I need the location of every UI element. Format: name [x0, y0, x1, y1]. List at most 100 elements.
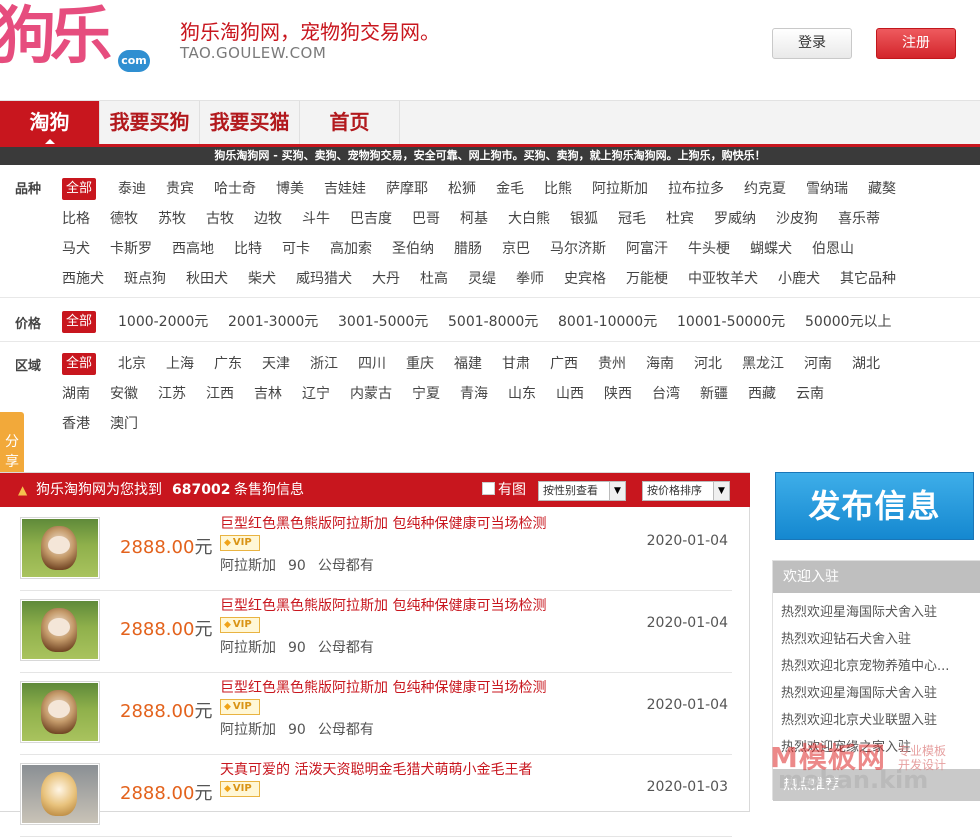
region-option[interactable]: 重庆 [406, 353, 434, 375]
region-option[interactable]: 天津 [262, 353, 290, 375]
breed-option[interactable]: 斗牛 [302, 208, 330, 230]
breed-option[interactable]: 柴犬 [248, 268, 276, 290]
item-title[interactable]: 巨型红色黑色熊版阿拉斯加 包纯种保健康可当场检测 [220, 513, 546, 533]
region-option[interactable]: 全部 [62, 353, 97, 375]
breed-option[interactable]: 小鹿犬 [778, 268, 820, 290]
region-option[interactable]: 四川 [358, 353, 386, 375]
region-option[interactable]: 吉林 [254, 383, 282, 405]
breed-option[interactable]: 马犬 [62, 238, 90, 260]
sort-by-sex-select[interactable]: 按性别查看 ▼ [538, 481, 626, 501]
price-option[interactable]: 5001-8000元 [448, 311, 538, 333]
listing-item[interactable]: 2888.00元 天真可爱的 活泼天资聪明金毛猎犬萌萌小金毛王者 VIP 202… [20, 755, 732, 837]
breed-option[interactable]: 西高地 [172, 238, 214, 260]
breed-option[interactable]: 古牧 [206, 208, 234, 230]
breed-option[interactable]: 腊肠 [454, 238, 482, 260]
breed-option[interactable]: 巴哥 [412, 208, 440, 230]
breed-option[interactable]: 罗威纳 [714, 208, 756, 230]
breed-option[interactable]: 泰迪 [118, 178, 146, 200]
breed-option[interactable]: 沙皮狗 [776, 208, 818, 230]
region-option[interactable]: 贵州 [598, 353, 626, 375]
register-button[interactable]: 注册 [876, 28, 956, 59]
region-option[interactable]: 云南 [796, 383, 824, 405]
price-option[interactable]: 1000-2000元 [118, 311, 208, 333]
region-option[interactable]: 澳门 [110, 413, 138, 435]
breed-option[interactable]: 威玛猎犬 [296, 268, 352, 290]
sort-by-price-select[interactable]: 按价格排序 ▼ [642, 481, 730, 501]
dog-photo[interactable] [20, 599, 100, 661]
region-option[interactable]: 青海 [460, 383, 488, 405]
region-option[interactable]: 江西 [206, 383, 234, 405]
region-option[interactable]: 浙江 [310, 353, 338, 375]
region-option[interactable]: 西藏 [748, 383, 776, 405]
breed-option[interactable]: 苏牧 [158, 208, 186, 230]
item-title[interactable]: 巨型红色黑色熊版阿拉斯加 包纯种保健康可当场检测 [220, 677, 546, 697]
checkbox-icon[interactable] [482, 482, 495, 495]
nav-tab-home[interactable]: 首页 [300, 101, 400, 144]
breed-option[interactable]: 卡斯罗 [110, 238, 152, 260]
breed-option[interactable]: 金毛 [496, 178, 524, 200]
breed-option[interactable]: 阿拉斯加 [592, 178, 648, 200]
listing-item[interactable]: 2888.00元 巨型红色黑色熊版阿拉斯加 包纯种保健康可当场检测 VIP 阿拉… [20, 509, 732, 591]
breed-option[interactable]: 贵宾 [166, 178, 194, 200]
price-option[interactable]: 10001-50000元 [677, 311, 785, 333]
breed-option[interactable]: 约克夏 [744, 178, 786, 200]
publish-info-button[interactable]: 发布信息 [775, 472, 974, 540]
breed-option[interactable]: 雪纳瑞 [806, 178, 848, 200]
welcome-item[interactable]: 热烈欢迎北京宠物养殖中心... [781, 655, 971, 674]
welcome-item[interactable]: 热烈欢迎星海国际犬舍入驻 [781, 682, 971, 701]
breed-option[interactable]: 比格 [62, 208, 90, 230]
region-option[interactable]: 河南 [804, 353, 832, 375]
breed-option[interactable]: 圣伯纳 [392, 238, 434, 260]
region-option[interactable]: 黑龙江 [742, 353, 784, 375]
region-option[interactable]: 山西 [556, 383, 584, 405]
breed-option[interactable]: 全部 [62, 178, 97, 200]
breed-option[interactable]: 萨摩耶 [386, 178, 428, 200]
breed-option[interactable]: 高加索 [330, 238, 372, 260]
price-option[interactable]: 50000元以上 [805, 311, 892, 333]
listing-item[interactable]: 2888.00元 巨型红色黑色熊版阿拉斯加 包纯种保健康可当场检测 VIP 阿拉… [20, 591, 732, 673]
breed-option[interactable]: 可卡 [282, 238, 310, 260]
region-option[interactable]: 福建 [454, 353, 482, 375]
welcome-item[interactable]: 热烈欢迎钻石犬舍入驻 [781, 628, 971, 647]
breed-option[interactable]: 马尔济斯 [550, 238, 606, 260]
welcome-item[interactable]: 热烈欢迎宠缘之家入驻 [781, 736, 971, 755]
breed-option[interactable]: 灵缇 [468, 268, 496, 290]
breed-option[interactable]: 史宾格 [564, 268, 606, 290]
region-option[interactable]: 安徽 [110, 383, 138, 405]
breed-option[interactable]: 松狮 [448, 178, 476, 200]
breed-option[interactable]: 京巴 [502, 238, 530, 260]
region-option[interactable]: 陕西 [604, 383, 632, 405]
breed-option[interactable]: 秋田犬 [186, 268, 228, 290]
breed-option[interactable]: 银狐 [570, 208, 598, 230]
breed-option[interactable]: 中亚牧羊犬 [688, 268, 758, 290]
price-option[interactable]: 3001-5000元 [338, 311, 428, 333]
item-title[interactable]: 巨型红色黑色熊版阿拉斯加 包纯种保健康可当场检测 [220, 595, 546, 615]
breed-option[interactable]: 西施犬 [62, 268, 104, 290]
breed-option[interactable]: 大丹 [372, 268, 400, 290]
breed-option[interactable]: 杜高 [420, 268, 448, 290]
region-option[interactable]: 香港 [62, 413, 90, 435]
breed-option[interactable]: 万能梗 [626, 268, 668, 290]
login-button[interactable]: 登录 [772, 28, 852, 59]
item-title[interactable]: 天真可爱的 活泼天资聪明金毛猎犬萌萌小金毛王者 [220, 759, 532, 779]
breed-option[interactable]: 蝴蝶犬 [750, 238, 792, 260]
region-option[interactable]: 湖南 [62, 383, 90, 405]
breed-option[interactable]: 拳师 [516, 268, 544, 290]
region-option[interactable]: 甘肃 [502, 353, 530, 375]
breed-option[interactable]: 拉布拉多 [668, 178, 724, 200]
breed-option[interactable]: 冠毛 [618, 208, 646, 230]
breed-option[interactable]: 伯恩山 [812, 238, 854, 260]
breed-option[interactable]: 比熊 [544, 178, 572, 200]
breed-option[interactable]: 其它品种 [840, 268, 896, 290]
region-option[interactable]: 江苏 [158, 383, 186, 405]
nav-tab-taogou[interactable]: 淘狗 [0, 101, 100, 145]
price-option[interactable]: 2001-3000元 [228, 311, 318, 333]
breed-option[interactable]: 巴吉度 [350, 208, 392, 230]
breed-option[interactable]: 大白熊 [508, 208, 550, 230]
breed-option[interactable]: 斑点狗 [124, 268, 166, 290]
nav-tab-buy-dog[interactable]: 我要买狗 [100, 101, 200, 144]
breed-option[interactable]: 牛头梗 [688, 238, 730, 260]
listing-item[interactable]: 2888.00元 巨型红色黑色熊版阿拉斯加 包纯种保健康可当场检测 VIP 阿拉… [20, 673, 732, 755]
region-option[interactable]: 北京 [118, 353, 146, 375]
region-option[interactable]: 宁夏 [412, 383, 440, 405]
